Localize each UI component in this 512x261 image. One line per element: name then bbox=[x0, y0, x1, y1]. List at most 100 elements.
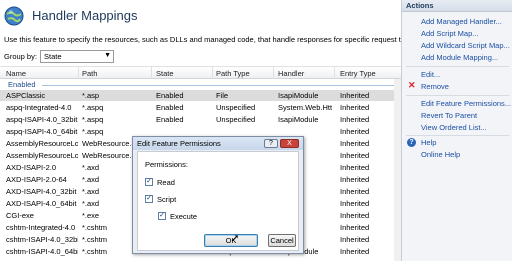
column-path-type[interactable]: Path Type bbox=[216, 69, 250, 78]
table-cell: *.aspq bbox=[82, 127, 104, 136]
table-cell: IsapiModule bbox=[278, 115, 319, 124]
column-divider[interactable] bbox=[151, 67, 152, 79]
table-cell: Inherited bbox=[340, 187, 370, 196]
table-cell: CGI-exe bbox=[6, 211, 34, 220]
remove-icon: ✕ bbox=[408, 80, 416, 90]
column-divider[interactable] bbox=[78, 67, 79, 79]
column-divider[interactable] bbox=[334, 67, 335, 79]
actions-title: Actions bbox=[402, 0, 512, 12]
table-cell: Inherited bbox=[340, 115, 370, 124]
table-cell: Inherited bbox=[340, 127, 370, 136]
table-cell: Inherited bbox=[340, 199, 370, 208]
action-edit-feature-permissions[interactable]: Edit Feature Permissions... bbox=[421, 99, 511, 108]
table-cell: *.aspq bbox=[82, 103, 104, 112]
table-cell: IsapiModule bbox=[278, 91, 319, 100]
table-cell: File bbox=[216, 91, 229, 100]
table-cell: ASPClassic bbox=[6, 91, 46, 100]
page-description: Use this feature to specify the resource… bbox=[4, 35, 401, 44]
table-cell: System.Web.HttpI bbox=[278, 103, 332, 112]
table-cell: Inherited bbox=[340, 247, 370, 256]
cancel-button[interactable]: Cancel bbox=[268, 234, 296, 247]
table-cell: *.aspq bbox=[82, 115, 104, 124]
actions-divider bbox=[406, 135, 509, 136]
page-title: Handler Mappings bbox=[32, 8, 138, 23]
column-state[interactable]: State bbox=[156, 69, 174, 78]
group-by-select[interactable]: State ▼ bbox=[40, 50, 114, 63]
table-cell: AXD-ISAPI-4.0_32bit bbox=[6, 187, 77, 196]
dialog-close-button[interactable]: X bbox=[280, 139, 299, 148]
execute-label: Execute bbox=[170, 212, 198, 221]
action-add-module-mapping[interactable]: Add Module Mapping... bbox=[421, 53, 498, 62]
table-row[interactable]: aspq-ISAPI-4.0_32bit *.aspq Enabled Unspeci… bbox=[0, 114, 401, 125]
script-label: Script bbox=[157, 195, 177, 204]
permissions-label: Permissions: bbox=[145, 160, 188, 169]
table-cell: AssemblyResourceLoa bbox=[6, 139, 78, 148]
script-checkbox[interactable]: ✓ bbox=[145, 195, 153, 203]
column-divider[interactable] bbox=[273, 67, 274, 79]
table-cell: Unspecified bbox=[216, 115, 256, 124]
action-add-script-map[interactable]: Add Script Map... bbox=[421, 29, 479, 38]
action-add-wildcard-script-map[interactable]: Add Wildcard Script Map... bbox=[421, 41, 510, 50]
table-cell: AXD-ISAPI-2.0-64 bbox=[6, 175, 67, 184]
table-cell: AXD-ISAPI-4.0_64bit bbox=[6, 199, 77, 208]
table-cell: Inherited bbox=[340, 235, 370, 244]
group-header: Enabled bbox=[0, 79, 401, 90]
actions-pane: Actions Add Managed Handler... Add Scrip… bbox=[401, 0, 512, 261]
action-remove[interactable]: Remove bbox=[421, 82, 449, 91]
column-entry-type[interactable]: Entry Type bbox=[340, 69, 376, 78]
action-edit[interactable]: Edit... bbox=[421, 70, 440, 79]
table-row[interactable]: aspq-Integrated-4.0 *.aspq Enabled Unspecif… bbox=[0, 102, 401, 113]
column-divider[interactable] bbox=[212, 67, 213, 79]
table-cell: Inherited bbox=[340, 91, 370, 100]
execute-checkbox[interactable]: ✓ bbox=[158, 212, 166, 220]
table-cell: Inherited bbox=[340, 151, 370, 160]
group-divider bbox=[42, 85, 397, 86]
table-cell: Inherited bbox=[340, 103, 370, 112]
table-cell: aspq-ISAPI-4.0_32bit bbox=[6, 115, 78, 124]
chevron-down-icon: ▼ bbox=[104, 52, 111, 59]
action-revert-to-parent[interactable]: Revert To Parent bbox=[421, 111, 477, 120]
table-cell: Inherited bbox=[340, 223, 370, 232]
table-cell: Unspecified bbox=[216, 103, 256, 112]
dialog-help-button[interactable]: ? bbox=[264, 139, 278, 148]
edit-feature-permissions-dialog: Edit Feature Permissions ? X Permissions… bbox=[132, 136, 304, 254]
column-handler[interactable]: Handler bbox=[278, 69, 304, 78]
globe-icon bbox=[4, 6, 24, 26]
action-online-help[interactable]: Online Help bbox=[421, 150, 460, 159]
column-path[interactable]: Path bbox=[82, 69, 97, 78]
table-cell: Inherited bbox=[340, 175, 370, 184]
action-view-ordered-list[interactable]: View Ordered List... bbox=[421, 123, 487, 132]
action-add-managed-handler[interactable]: Add Managed Handler... bbox=[421, 17, 502, 26]
page-header: Handler Mappings bbox=[0, 0, 401, 34]
table-cell: AXD-ISAPI-2.0 bbox=[6, 163, 57, 172]
table-cell: Enabled bbox=[156, 115, 184, 124]
vertical-scrollbar[interactable] bbox=[394, 79, 401, 261]
table-cell: Inherited bbox=[340, 211, 370, 220]
actions-divider bbox=[406, 66, 509, 67]
actions-divider bbox=[406, 95, 509, 96]
group-label: Enabled bbox=[8, 80, 36, 89]
table-cell: Inherited bbox=[340, 163, 370, 172]
help-icon: ? bbox=[407, 138, 416, 147]
column-name[interactable]: Name bbox=[6, 69, 26, 78]
table-cell: cshtm-Integrated-4.0 bbox=[6, 223, 76, 232]
dialog-title: Edit Feature Permissions bbox=[137, 139, 221, 148]
table-cell: cshtm-ISAPI-4.0_32bit bbox=[6, 235, 78, 244]
table-cell: Inherited bbox=[340, 139, 370, 148]
action-help[interactable]: Help bbox=[421, 138, 436, 147]
table-row[interactable]: ASPClassic *.asp Enabled File IsapiModule Inh… bbox=[0, 90, 401, 101]
table-cell: aspq-ISAPI-4.0_64bit bbox=[6, 127, 78, 136]
group-by-value: State bbox=[44, 52, 62, 61]
read-checkbox[interactable]: ✓ bbox=[145, 178, 153, 186]
read-label: Read bbox=[157, 178, 175, 187]
table-header: Name Path State Path Type Handler Entry … bbox=[0, 66, 401, 79]
dialog-body: Permissions: ✓ Read ✓ Script ✓ Execute O… bbox=[137, 151, 299, 251]
table-cell: aspq-Integrated-4.0 bbox=[6, 103, 72, 112]
group-by-label: Group by: bbox=[4, 52, 37, 61]
table-cell: Enabled bbox=[156, 91, 184, 100]
table-cell: cshtm-ISAPI-4.0_64bit bbox=[6, 247, 78, 256]
table-cell: AssemblyResourceLoa bbox=[6, 151, 78, 160]
table-cell: Enabled bbox=[156, 103, 184, 112]
table-cell: *.asp bbox=[82, 91, 100, 100]
mouse-cursor-icon: ➚ bbox=[231, 233, 240, 244]
